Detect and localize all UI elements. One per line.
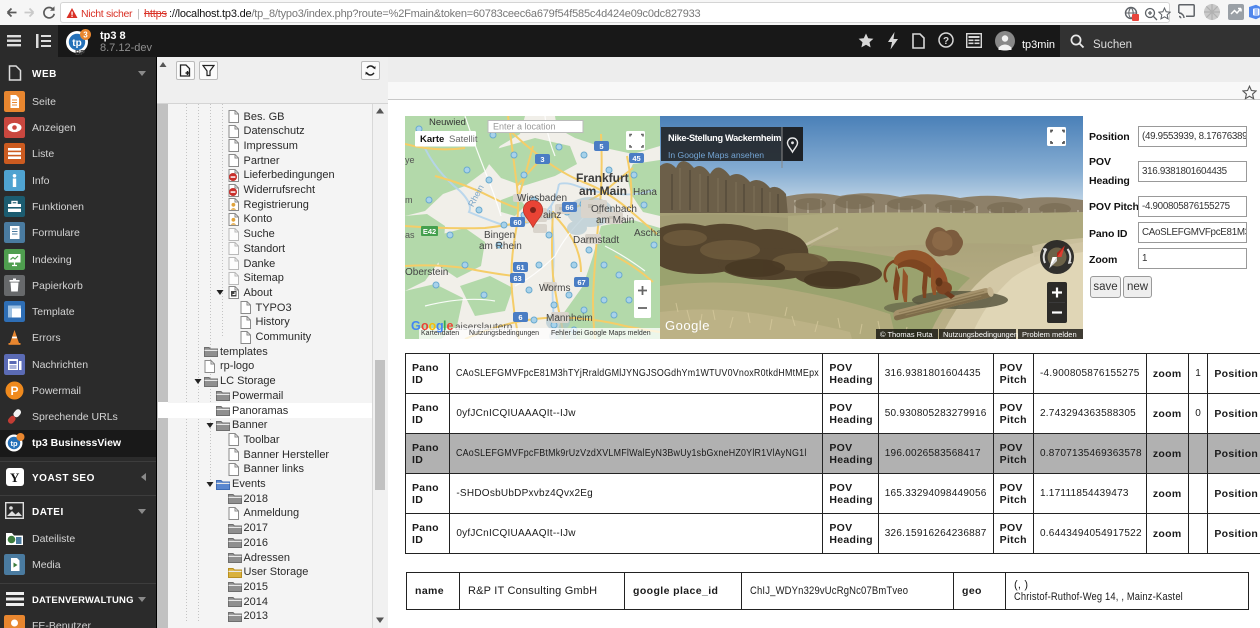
svg-text:Neuwied: Neuwied [429, 117, 466, 128]
svg-text:60: 60 [513, 218, 521, 227]
svg-text:Mannheim: Mannheim [546, 313, 593, 324]
svg-text:Nike-Stellung Wackernheim: Nike-Stellung Wackernheim [668, 133, 781, 143]
svg-text:BP: BP [75, 50, 85, 57]
svg-text:Bingen: Bingen [484, 230, 515, 241]
svg-text:ye: ye [405, 155, 415, 165]
svg-text:m: m [405, 195, 413, 205]
svg-text:ainz: ainz [543, 210, 561, 221]
svg-text:G: G [411, 319, 421, 333]
svg-text:Offenbach: Offenbach [591, 204, 637, 215]
svg-text:?: ? [943, 36, 949, 47]
svg-text:3: 3 [83, 31, 88, 40]
svg-text:tp: tp [72, 38, 81, 49]
svg-text:Oberstein: Oberstein [405, 267, 448, 278]
svg-text:Worms: Worms [539, 283, 570, 294]
svg-text:Fehler bei Google Maps melden: Fehler bei Google Maps melden [551, 330, 651, 337]
svg-text:am Main: am Main [596, 215, 634, 226]
svg-text:63: 63 [513, 274, 521, 283]
svg-text:67: 67 [577, 278, 585, 287]
svg-text:Satellit: Satellit [449, 134, 478, 145]
svg-text:Enter a location: Enter a location [493, 122, 556, 132]
svg-text:E42: E42 [423, 227, 436, 236]
svg-text:as: as [405, 230, 415, 240]
svg-text:Frankfurt: Frankfurt [576, 171, 629, 185]
svg-text:61: 61 [516, 263, 524, 272]
svg-text:P: P [10, 384, 18, 398]
svg-text:© Thomas Ruta: © Thomas Ruta [880, 330, 933, 339]
svg-text:Google: Google [665, 318, 710, 333]
svg-text:Karte: Karte [420, 134, 444, 145]
svg-text:45: 45 [632, 154, 640, 163]
svg-text:Hana: Hana [633, 187, 657, 198]
svg-text:Darmstadt: Darmstadt [573, 235, 619, 246]
svg-text:e: e [447, 319, 454, 333]
svg-text:Problem melden: Problem melden [1022, 330, 1077, 339]
svg-text:am Main: am Main [579, 184, 627, 198]
svg-text:Y: Y [10, 470, 20, 485]
svg-text:Wiesbaden: Wiesbaden [517, 193, 567, 204]
svg-text:Nutzungsbedingungen: Nutzungsbedingungen [469, 330, 539, 337]
svg-text:In Google Maps ansehen: In Google Maps ansehen [668, 150, 764, 160]
svg-text:am Rhein: am Rhein [479, 241, 522, 252]
svg-text:Aschaf: Aschaf [634, 228, 660, 239]
svg-text:66: 66 [565, 203, 573, 212]
svg-text:3: 3 [540, 155, 544, 164]
svg-text:5: 5 [599, 142, 603, 151]
svg-text:6: 6 [518, 313, 522, 322]
svg-text:tp: tp [10, 439, 17, 448]
svg-text:Nutzungsbedingungen: Nutzungsbedingungen [943, 330, 1018, 339]
